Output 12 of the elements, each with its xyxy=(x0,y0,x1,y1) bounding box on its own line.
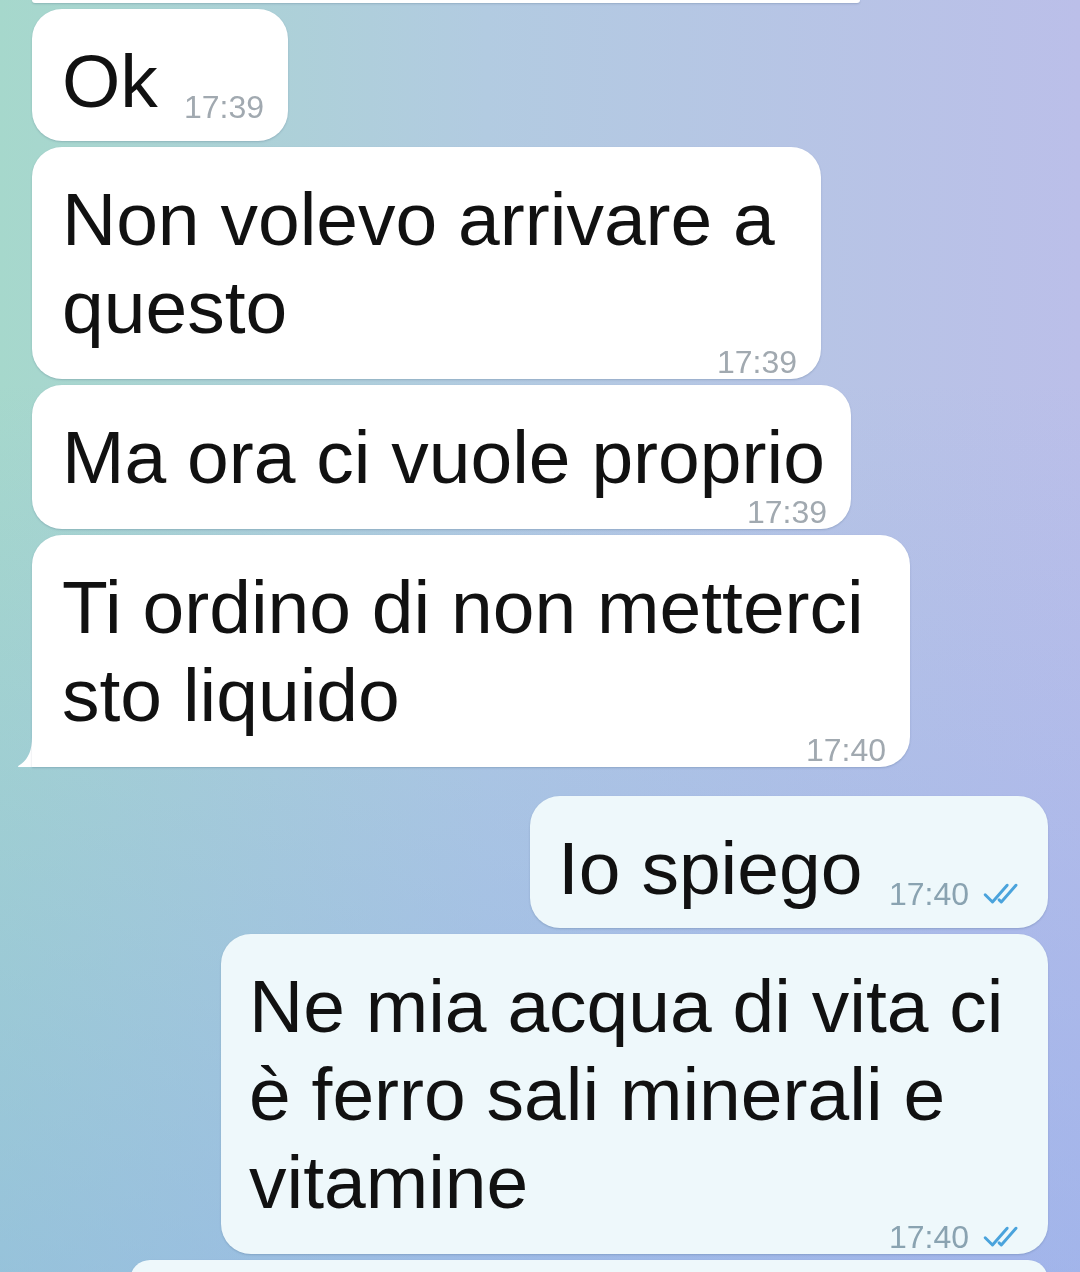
message-time: 17:40 xyxy=(888,1225,969,1249)
message-text: Non volevo arrivare a questo xyxy=(62,177,775,349)
message-text: Ne mia acqua di vita ci è ferro sali minerali e vitamine xyxy=(249,964,1004,1224)
message-time: 17:39 xyxy=(746,500,827,524)
message-time: 17:39 xyxy=(716,350,797,374)
message-text: Ok xyxy=(62,39,158,123)
message-time: 17:40 xyxy=(888,875,969,914)
message-time: 17:40 xyxy=(805,738,886,762)
message-text: Io spiego xyxy=(558,826,863,910)
message-text: Ma ora ci vuole proprio xyxy=(62,415,825,499)
message-time: 17:39 xyxy=(183,88,264,127)
message-text: Ti ordino di non metterci sto liquido xyxy=(62,565,864,737)
